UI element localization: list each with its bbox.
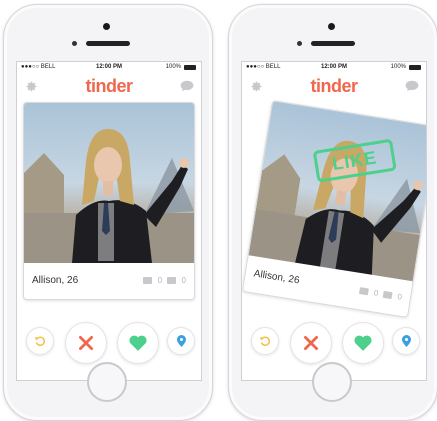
- app-bar: tinder: [17, 74, 201, 98]
- status-bar: ●●●○○ BELL 12:00 PM 100%: [242, 62, 426, 73]
- tinder-logo: tinder: [85, 76, 133, 96]
- nope-icon: [304, 336, 318, 350]
- nope-button[interactable]: [290, 322, 332, 364]
- chat-bubble-icon[interactable]: [180, 80, 194, 92]
- earpiece-speaker: [86, 41, 130, 46]
- boost-icon: [401, 335, 411, 347]
- home-button[interactable]: [312, 362, 352, 402]
- battery-icon: [184, 65, 196, 70]
- proximity-sensor: [72, 41, 77, 46]
- profile-card[interactable]: Allison, 26 0 0: [23, 102, 195, 300]
- profile-photo: [24, 103, 194, 263]
- card-footer: Allison, 26 0 0: [24, 263, 194, 299]
- shared-interests-count: 0: [181, 276, 186, 285]
- profile-photo-art: [24, 129, 194, 263]
- screen: ●●●○○ BELL 12:00 PM 100% tinder: [16, 61, 202, 381]
- boost-icon: [176, 335, 186, 347]
- battery-percent: 100%: [165, 64, 181, 70]
- battery-percent: 100%: [390, 64, 406, 70]
- card-stats: 0 0: [356, 286, 403, 302]
- chat-bubble-icon[interactable]: [405, 80, 419, 92]
- boost-button[interactable]: [167, 327, 195, 355]
- shared-interests-icon: [382, 290, 393, 300]
- home-button[interactable]: [87, 362, 127, 402]
- profile-name-age: Allison, 26: [252, 268, 301, 287]
- like-icon: [129, 335, 147, 351]
- like-icon: [354, 335, 372, 351]
- shared-friends-count: 0: [373, 288, 380, 298]
- boost-button[interactable]: [392, 327, 420, 355]
- status-bar: ●●●○○ BELL 12:00 PM 100%: [17, 62, 201, 73]
- front-camera: [328, 23, 335, 30]
- proximity-sensor: [297, 41, 302, 46]
- phone-left: ●●●○○ BELL 12:00 PM 100% tinder Allison,…: [3, 4, 213, 421]
- shared-friends-count: 0: [157, 276, 163, 285]
- like-button[interactable]: [117, 322, 159, 364]
- battery-icon: [409, 65, 421, 70]
- shared-interests-icon: [167, 277, 177, 284]
- profile-photo: LIKE: [248, 101, 426, 286]
- phone-right: ●●●○○ BELL 12:00 PM 100% tinder LIKE All…: [228, 4, 437, 421]
- nope-button[interactable]: [65, 322, 107, 364]
- shared-interests-count: 0: [396, 292, 403, 302]
- card-stats: 0 0: [140, 276, 186, 285]
- earpiece-speaker: [311, 41, 355, 46]
- like-button[interactable]: [342, 322, 384, 364]
- rewind-button[interactable]: [26, 327, 54, 355]
- profile-name-age: Allison, 26: [32, 275, 79, 286]
- shared-friends-icon: [359, 287, 370, 296]
- rewind-icon: [260, 336, 271, 346]
- screen: ●●●○○ BELL 12:00 PM 100% tinder: [241, 61, 427, 381]
- profile-card-swiping[interactable]: LIKE Allison, 26 0 0: [242, 100, 426, 318]
- app-bar: tinder: [242, 74, 426, 98]
- tinder-logo: tinder: [310, 76, 358, 96]
- nope-icon: [79, 336, 93, 350]
- shared-friends-icon: [143, 277, 153, 284]
- rewind-button[interactable]: [251, 327, 279, 355]
- rewind-icon: [35, 336, 46, 346]
- profile-photo-art: [248, 140, 423, 284]
- front-camera: [103, 23, 110, 30]
